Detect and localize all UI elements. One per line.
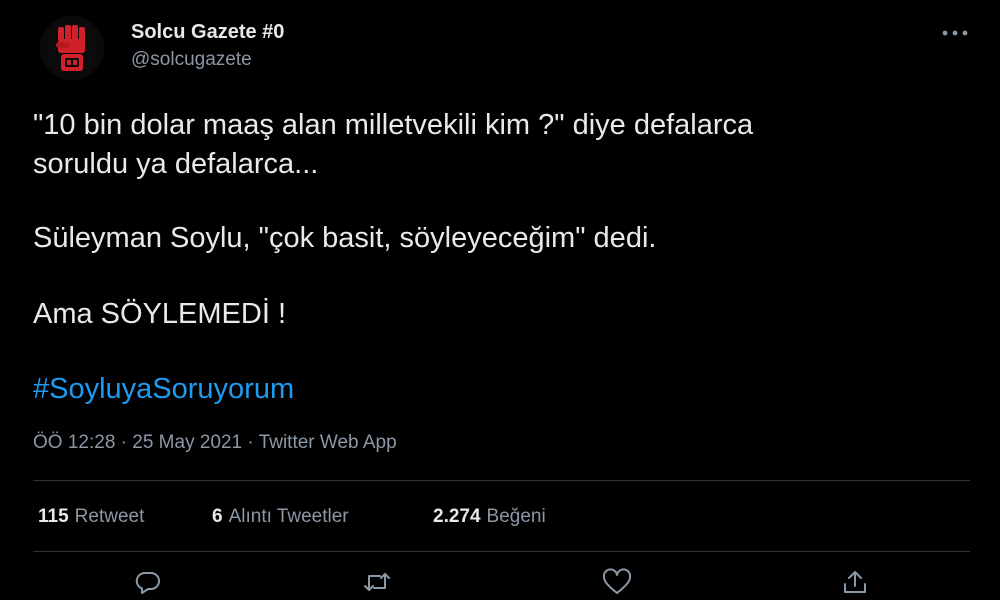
author-display-name[interactable]: Solcu Gazete #0 xyxy=(131,20,284,44)
retweet-label: Retweet xyxy=(74,506,145,527)
author-handle[interactable]: @solcugazete xyxy=(131,48,252,72)
tweet-text-line: Süleyman Soylu, "çok basit, söyleyeceğim… xyxy=(33,222,657,254)
more-options-button[interactable] xyxy=(938,22,972,44)
like-label: Beğeni xyxy=(486,506,546,527)
like-button[interactable] xyxy=(601,566,633,598)
share-icon xyxy=(844,571,866,593)
ellipsis-icon xyxy=(942,30,968,36)
tweet-text-line: soruldu ya defalarca... xyxy=(33,148,319,180)
tweet-timestamp-source[interactable]: ÖÖ 12:28 · 25 May 2021 · Twitter Web App xyxy=(33,431,397,455)
tweet-text-line: "10 bin dolar maaş alan milletvekili kim… xyxy=(33,109,754,141)
avatar[interactable] xyxy=(40,16,104,80)
like-count: 2.274 xyxy=(433,506,481,527)
divider xyxy=(33,480,970,481)
quote-count: 6 xyxy=(212,506,223,527)
retweet-icon xyxy=(364,573,390,591)
share-button[interactable] xyxy=(839,566,871,598)
hashtag-link[interactable]: #SoyluyaSoruyorum xyxy=(33,371,294,407)
like-icon xyxy=(602,568,632,594)
retweet-button[interactable] xyxy=(361,566,393,598)
raised-fist-logo xyxy=(56,25,85,71)
reply-button[interactable] xyxy=(132,566,164,598)
quote-count-link[interactable]: 6 Alıntı Tweetler xyxy=(212,505,349,529)
retweet-count: 115 xyxy=(38,506,69,527)
reply-icon xyxy=(135,571,160,594)
tweet-text-line: Ama SÖYLEMEDİ ! xyxy=(33,298,287,330)
quote-label: Alıntı Tweetler xyxy=(228,506,349,527)
like-count-link[interactable]: 2.274 Beğeni xyxy=(433,505,546,529)
retweet-count-link[interactable]: 115 Retweet xyxy=(38,505,144,529)
tweet-detail-view: Solcu Gazete #0 @solcugazete "10 bin dol… xyxy=(0,0,1000,600)
divider xyxy=(33,551,970,552)
